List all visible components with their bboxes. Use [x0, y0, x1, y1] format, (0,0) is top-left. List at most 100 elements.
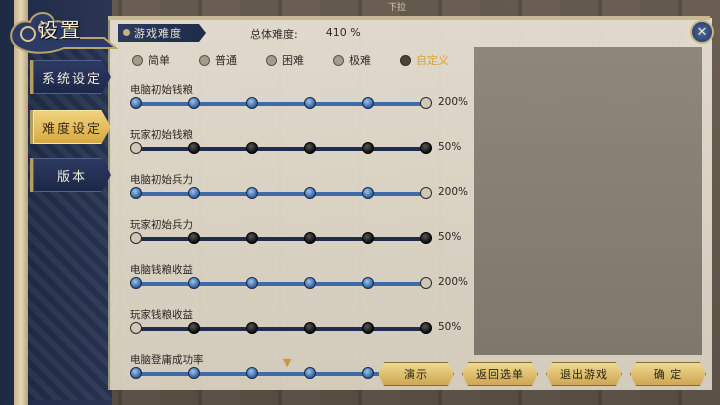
slider-step-knob[interactable]	[188, 187, 200, 199]
setting-slider-fill	[136, 282, 426, 286]
setting-label: 电脑初始钱粮	[130, 84, 193, 96]
slider-step-knob[interactable]	[130, 187, 142, 199]
slider-step-knob[interactable]	[304, 97, 316, 109]
radio-icon	[199, 54, 210, 66]
back-to-menu-button[interactable]: 返回选单	[462, 362, 538, 386]
setting-slider-track[interactable]	[136, 327, 426, 331]
button-label: 返回选单	[476, 368, 524, 381]
section-tab-difficulty: 游戏难度	[118, 24, 206, 42]
confirm-button[interactable]: 确 定	[630, 362, 706, 386]
slider-step-knob[interactable]	[362, 232, 374, 244]
radio-icon	[333, 54, 344, 66]
slider-step-knob[interactable]	[420, 187, 432, 199]
slider-step-knob[interactable]	[246, 142, 258, 154]
setting-label: 玩家初始钱粮	[130, 129, 193, 141]
setting-slider-track[interactable]	[136, 282, 426, 286]
slider-step-knob[interactable]	[304, 232, 316, 244]
sidebar-item-label: 难度设定	[41, 121, 102, 137]
slider-step-knob[interactable]	[362, 367, 374, 379]
mode-label: 简单	[148, 54, 170, 67]
setting-slider-fill	[136, 192, 426, 196]
button-label: 确 定	[653, 368, 683, 381]
slider-step-knob[interactable]	[246, 322, 258, 334]
setting-value: 200%	[438, 276, 469, 288]
section-tab-label: 游戏难度	[134, 27, 182, 40]
sidebar-item-version[interactable]: 版本	[30, 158, 111, 192]
mode-hard[interactable]: 困难	[266, 52, 333, 68]
setting-value: 200%	[438, 186, 469, 198]
setting-slider-track[interactable]	[136, 237, 426, 241]
slider-step-knob[interactable]	[362, 142, 374, 154]
mode-custom[interactable]: 自定义	[400, 52, 467, 68]
setting-slider-track[interactable]	[136, 102, 426, 106]
slider-step-knob[interactable]	[246, 367, 258, 379]
setting-slider-track[interactable]	[136, 147, 426, 151]
difficulty-modes: 简单 普通 困难 极难 自定义	[132, 52, 467, 68]
demo-button[interactable]: 演示	[378, 362, 454, 386]
setting-value: 200%	[438, 96, 469, 108]
slider-step-knob[interactable]	[362, 187, 374, 199]
setting-label: 电脑登庸成功率	[130, 354, 204, 366]
tab-dot-icon	[123, 29, 130, 36]
slider-step-knob[interactable]	[130, 277, 142, 289]
setting-value: 50%	[438, 141, 462, 153]
slider-step-knob[interactable]	[420, 97, 432, 109]
setting-label: 电脑初始兵力	[130, 174, 193, 186]
sidebar-item-label: 版本	[56, 169, 87, 185]
mode-extreme[interactable]: 极难	[333, 52, 400, 68]
slider-step-knob[interactable]	[420, 142, 432, 154]
slider-step-knob[interactable]	[130, 142, 142, 154]
slider-step-knob[interactable]	[304, 367, 316, 379]
top-border	[108, 16, 710, 20]
setting-value: 50%	[438, 321, 462, 333]
radio-icon	[266, 54, 277, 66]
slider-step-knob[interactable]	[130, 367, 142, 379]
radio-icon	[132, 54, 143, 66]
slider-step-knob[interactable]	[130, 97, 142, 109]
slider-step-knob[interactable]	[362, 277, 374, 289]
slider-step-knob[interactable]	[188, 322, 200, 334]
slider-step-knob[interactable]	[188, 277, 200, 289]
mode-normal[interactable]: 普通	[199, 52, 266, 68]
close-icon: ✕	[696, 24, 708, 40]
slider-step-knob[interactable]	[188, 142, 200, 154]
setting-value: 50%	[438, 231, 462, 243]
button-label: 演示	[404, 368, 428, 381]
slider-step-knob[interactable]	[420, 322, 432, 334]
slider-step-knob[interactable]	[362, 322, 374, 334]
mode-label: 极难	[349, 54, 371, 67]
setting-slider-track[interactable]	[136, 192, 426, 196]
slider-step-knob[interactable]	[362, 97, 374, 109]
slider-step-knob[interactable]	[304, 187, 316, 199]
slider-step-knob[interactable]	[246, 187, 258, 199]
sidebar-item-system[interactable]: 系统设定	[30, 60, 111, 94]
slider-step-knob[interactable]	[246, 232, 258, 244]
close-button[interactable]: ✕	[690, 20, 714, 44]
window-title: 设置	[38, 18, 82, 42]
slider-step-knob[interactable]	[246, 97, 258, 109]
quit-game-button[interactable]: 退出游戏	[546, 362, 622, 386]
slider-step-knob[interactable]	[130, 322, 142, 334]
slider-step-knob[interactable]	[130, 232, 142, 244]
settings-window: 下拉 设置 ✕ 系统设定 难度设定 版本 游戏难度 总体难度: 410 % 简单…	[0, 0, 720, 405]
slider-step-knob[interactable]	[304, 322, 316, 334]
setting-label: 玩家初始兵力	[130, 219, 193, 231]
slider-step-knob[interactable]	[188, 97, 200, 109]
sidebar-item-difficulty[interactable]: 难度设定	[30, 110, 111, 144]
mode-label: 普通	[215, 54, 237, 67]
slider-step-knob[interactable]	[420, 277, 432, 289]
radio-icon	[400, 54, 411, 66]
scroll-down-chevron-icon[interactable]: ▼	[283, 356, 299, 369]
sidebar-item-label: 系统设定	[41, 71, 102, 87]
slider-step-knob[interactable]	[304, 277, 316, 289]
slider-step-knob[interactable]	[420, 232, 432, 244]
slider-step-knob[interactable]	[188, 232, 200, 244]
slider-step-knob[interactable]	[304, 142, 316, 154]
slider-step-knob[interactable]	[188, 367, 200, 379]
top-tag: 下拉	[388, 3, 407, 13]
mode-label: 困难	[282, 54, 304, 67]
setting-label: 玩家钱粮收益	[130, 309, 193, 321]
mode-easy[interactable]: 简单	[132, 52, 199, 68]
total-difficulty-label: 总体难度:	[250, 28, 298, 41]
slider-step-knob[interactable]	[246, 277, 258, 289]
